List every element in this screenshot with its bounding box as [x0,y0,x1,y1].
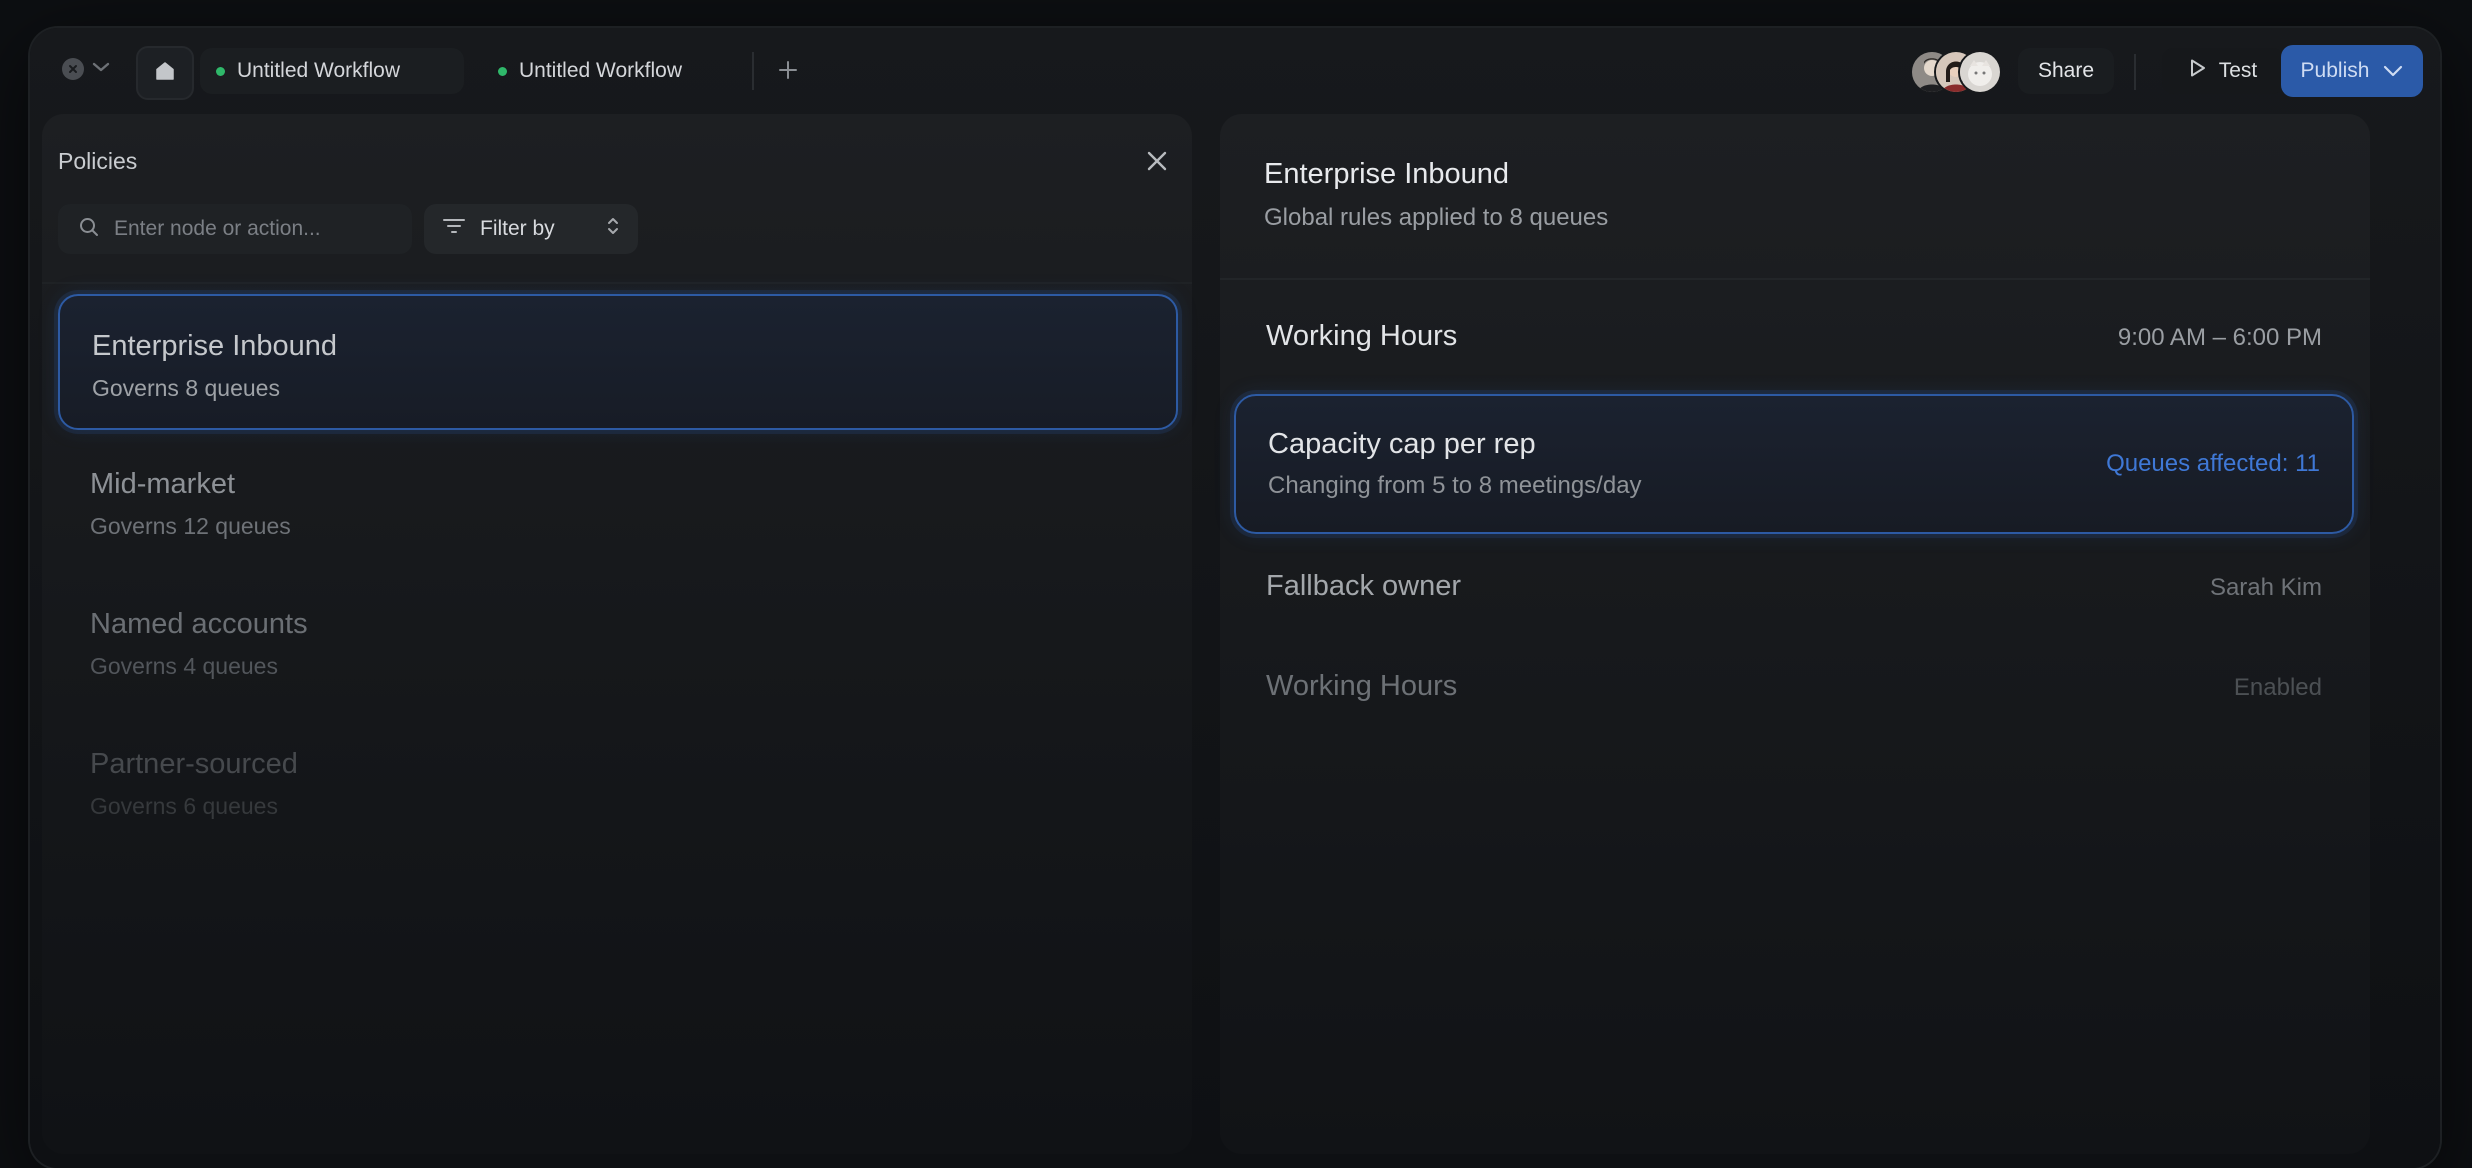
rule-name: Fallback owner [1266,570,1462,602]
policies-panel: Policies Filter by Enterprise Inbound G [42,114,1192,1154]
app-window: Untitled Workflow Untitled Workflow Shar… [30,28,2440,1168]
plus-icon [777,59,799,86]
chevron-down-icon [2383,59,2403,83]
policy-item-named-accounts[interactable]: Named accounts Governs 4 queues [58,574,1178,710]
tab-label: Untitled Workflow [519,59,682,82]
tab-workflow-2[interactable]: Untitled Workflow [482,48,698,94]
rule-name: Working Hours [1266,670,1458,702]
divider [1220,278,2370,280]
tab-divider [752,52,754,90]
avatar[interactable] [1958,50,2002,94]
panel-title: Policies [58,148,138,174]
publish-button[interactable]: Publish [2281,45,2423,97]
rule-row-fallback-owner[interactable]: Fallback owner Sarah Kim [1234,542,2354,632]
home-icon [154,60,176,87]
search-icon [78,216,100,243]
policy-subtitle: Governs 12 queues [90,513,291,539]
policy-item-mid-market[interactable]: Mid-market Governs 12 queues [58,434,1178,570]
queues-affected-link[interactable]: Queues affected: 11 [2106,450,2320,478]
tab-label: Untitled Workflow [237,59,400,82]
rule-subtitle: Changing from 5 to 8 meetings/day [1268,472,1642,499]
filter-dropdown[interactable]: Filter by [424,204,638,254]
close-panel-button[interactable] [1142,148,1172,178]
add-tab-button[interactable] [768,52,808,92]
rule-row-working-hours-2[interactable]: Working Hours Enabled [1234,642,2354,732]
close-icon [1146,150,1168,177]
rule-value: Enabled [2233,674,2322,701]
policy-item-enterprise-inbound[interactable]: Enterprise Inbound Governs 8 queues [58,294,1178,430]
policy-subtitle: Governs 6 queues [90,793,278,819]
test-button[interactable]: Test [2162,48,2284,94]
collaborator-avatars[interactable] [1910,50,2006,94]
policy-subtitle: Governs 4 queues [90,653,278,679]
rule-name: Working Hours [1266,320,1458,352]
policy-name: Enterprise Inbound [92,330,338,362]
rule-row-working-hours[interactable]: Working Hours 9:00 AM – 6:00 PM [1234,292,2354,382]
filter-icon [442,216,466,242]
policy-name: Partner-sourced [90,748,298,780]
rule-row-capacity-cap[interactable]: Capacity cap per rep Changing from 5 to … [1234,394,2354,534]
publish-label: Publish [2300,59,2370,82]
home-button[interactable] [136,46,194,100]
filter-label: Filter by [480,217,555,240]
tab-workflow-1[interactable]: Untitled Workflow [200,48,464,94]
top-bar: Untitled Workflow Untitled Workflow Shar… [30,28,2440,114]
status-dot [216,66,225,76]
rule-name: Capacity cap per rep [1268,428,1536,460]
search-input[interactable] [112,216,396,242]
window-controls[interactable] [62,58,110,80]
toolbar-divider [2134,54,2136,90]
divider [42,282,1192,284]
play-icon [2189,58,2207,84]
policy-name: Named accounts [90,608,308,640]
detail-subtitle: Global rules applied to 8 queues [1264,204,1609,231]
policy-subtitle: Governs 8 queues [92,375,280,401]
close-window-icon[interactable] [62,58,84,80]
chevron-down-icon[interactable] [92,60,110,78]
test-label: Test [2218,59,2258,82]
sort-chevrons-icon [606,216,620,242]
status-dot [498,66,507,76]
policy-detail-panel: Enterprise Inbound Global rules applied … [1220,114,2370,1154]
policy-name: Mid-market [90,468,236,500]
rule-value: 9:00 AM – 6:00 PM [2117,324,2322,351]
search-field[interactable] [58,204,412,254]
policy-item-partner-sourced[interactable]: Partner-sourced Governs 6 queues [58,714,1178,850]
share-button[interactable]: Share [2018,48,2114,94]
rule-value: Sarah Kim [2209,574,2322,601]
detail-title: Enterprise Inbound [1264,158,1510,190]
